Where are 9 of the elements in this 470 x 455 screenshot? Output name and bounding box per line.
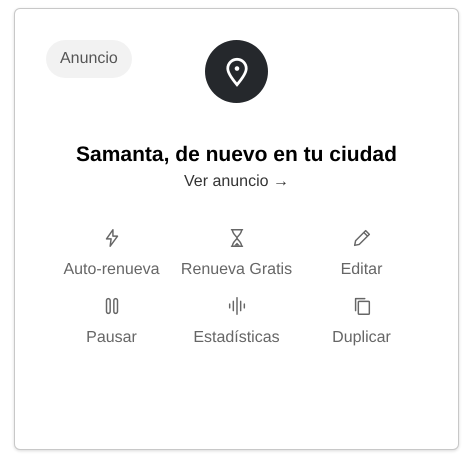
ad-title: Samanta, de nuevo en tu ciudad [76, 142, 397, 168]
action-button[interactable]: Estadísticas [174, 295, 299, 349]
action-button[interactable]: Auto-renueva [49, 227, 174, 281]
view-ad-link[interactable]: Ver anuncio → [184, 171, 289, 193]
action-button[interactable]: Duplicar [299, 295, 424, 349]
action-button[interactable]: Renueva Gratis [174, 227, 299, 281]
action-button[interactable]: Pausar [49, 295, 174, 349]
action-button[interactable]: Editar [299, 227, 424, 281]
ad-badge: Anuncio [46, 40, 132, 78]
